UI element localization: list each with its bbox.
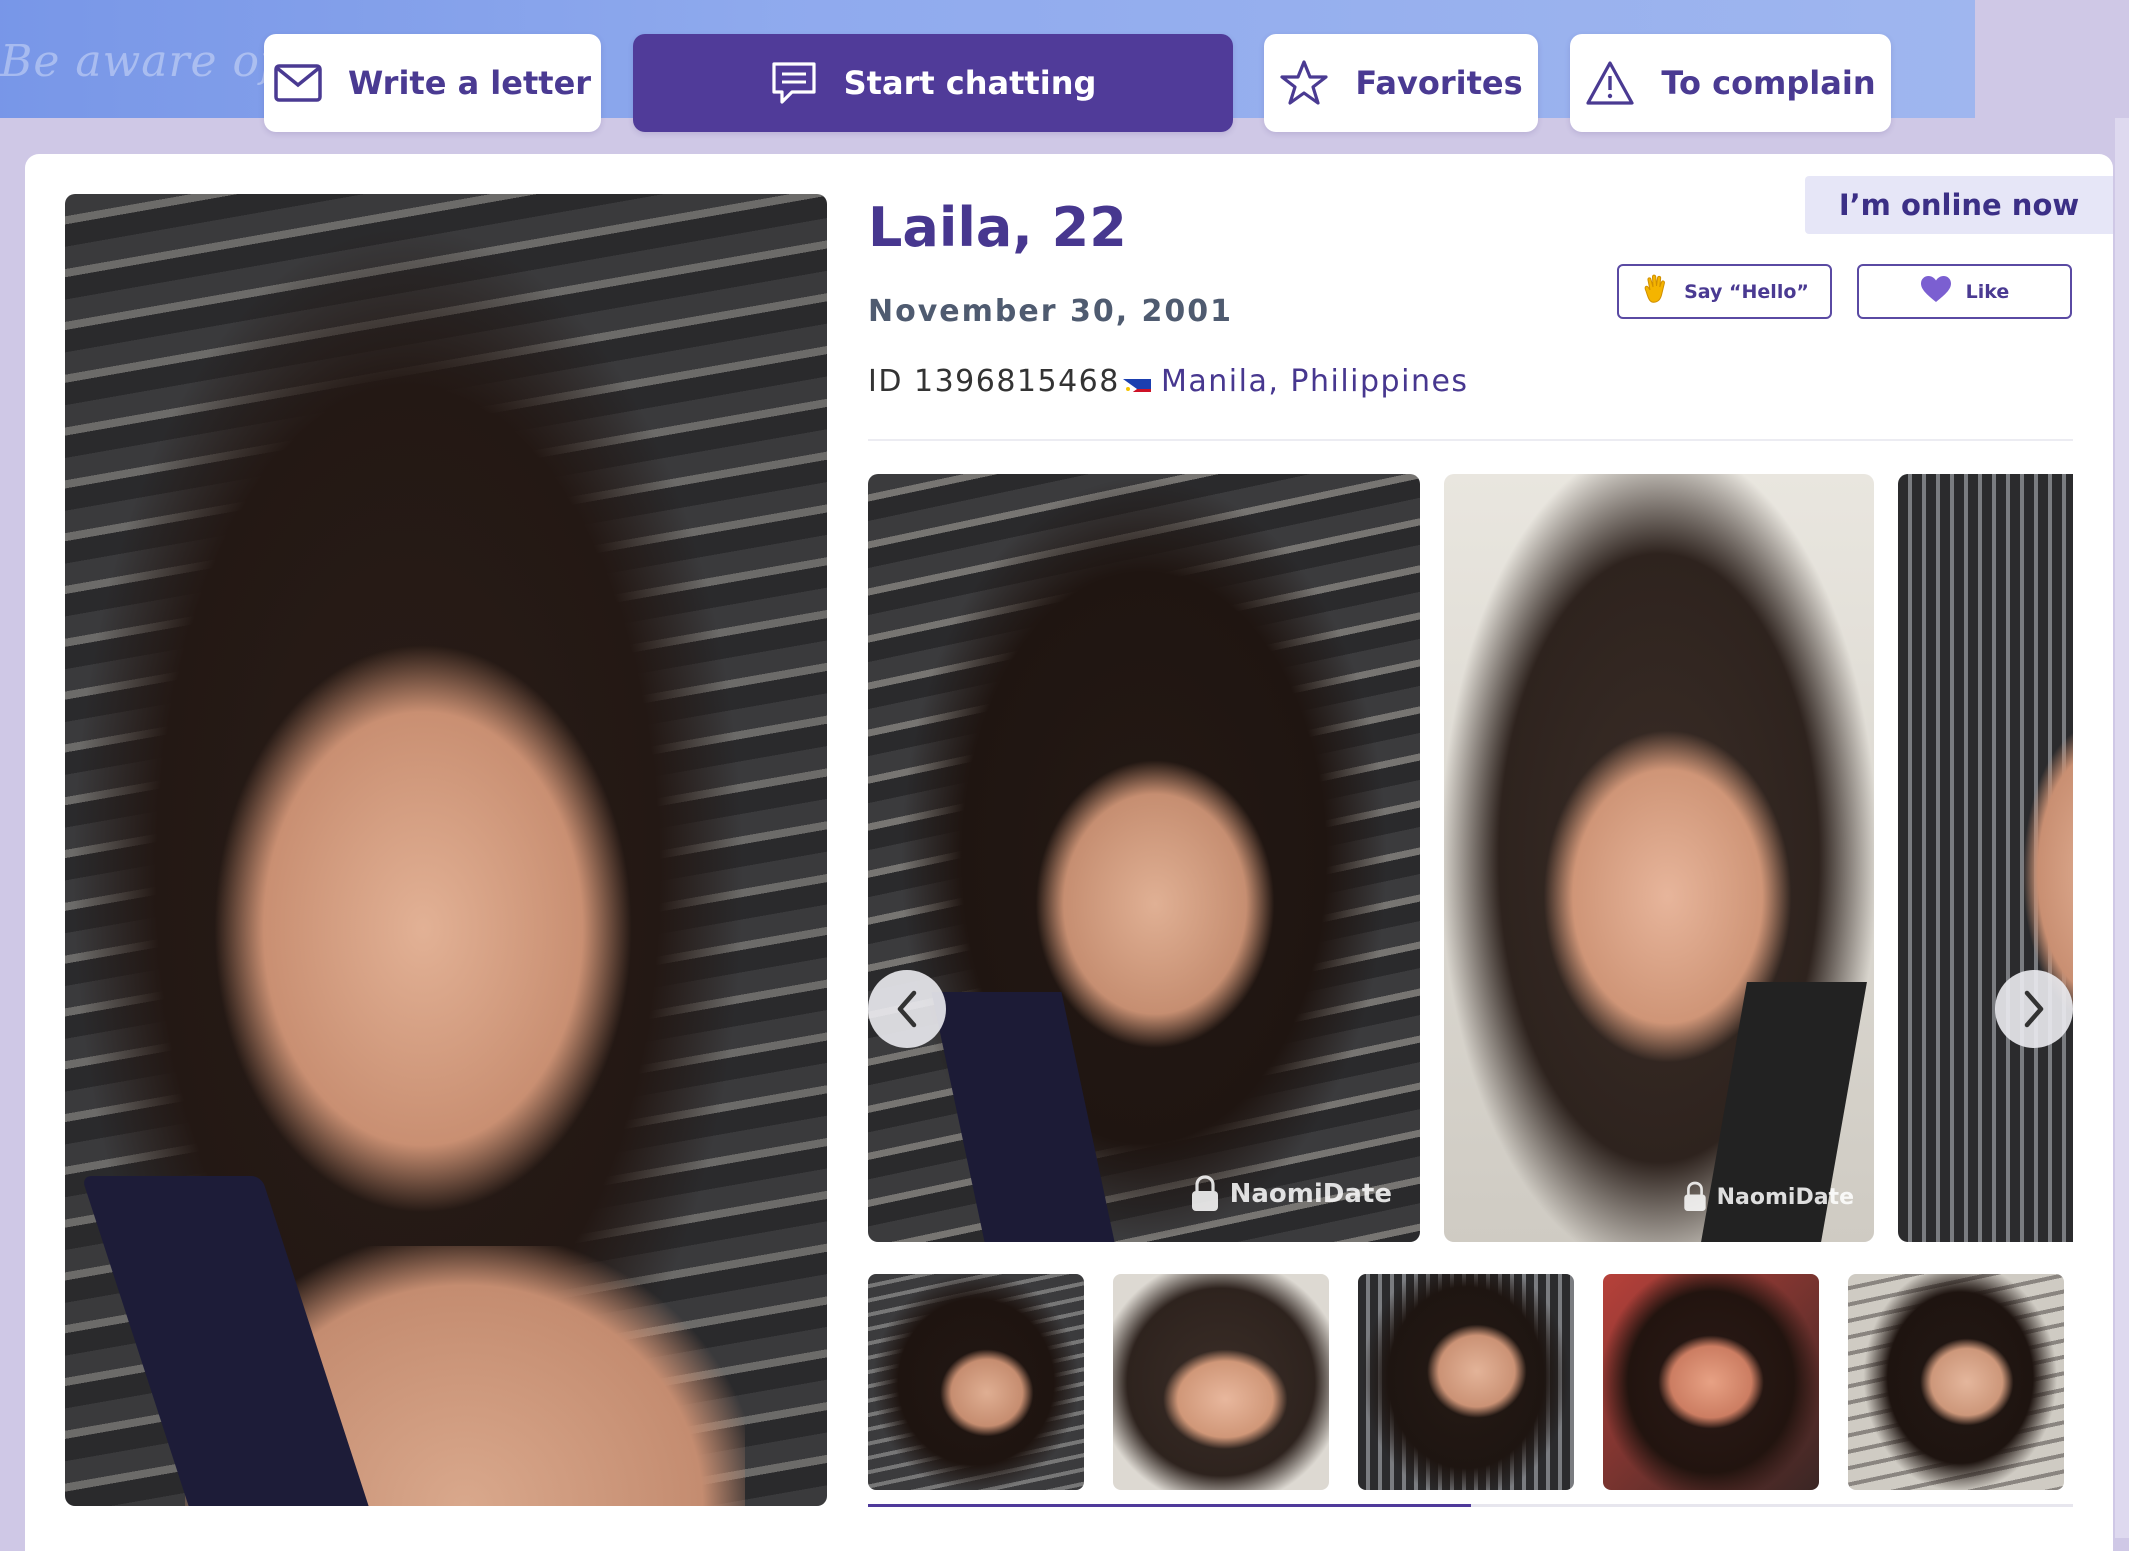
warning-icon <box>1586 61 1634 105</box>
gallery-photo[interactable]: NaomiDate <box>868 474 1420 1242</box>
write-letter-button[interactable]: Write a letter <box>264 34 601 132</box>
complain-button[interactable]: To complain <box>1570 34 1891 132</box>
profile-id: ID 1396815468 <box>868 364 1120 399</box>
favorites-button[interactable]: Favorites <box>1264 34 1538 132</box>
watermark-text: NaomiDate <box>1229 1179 1392 1209</box>
chevron-right-icon <box>2024 990 2044 1028</box>
watermark: NaomiDate <box>1188 1174 1392 1214</box>
divider <box>868 439 2073 441</box>
lock-icon <box>1191 1175 1218 1211</box>
gallery-photo-shirt <box>931 992 1115 1242</box>
photo-gallery: NaomiDate NaomiDate <box>868 474 2073 1242</box>
main-profile-photo[interactable] <box>65 194 827 1506</box>
favorites-label: Favorites <box>1355 64 1523 102</box>
philippines-flag-icon <box>1123 372 1151 392</box>
waving-hand-icon <box>1640 273 1670 310</box>
gallery-photo[interactable]: NaomiDate <box>1444 474 1874 1242</box>
heart-icon <box>1920 275 1952 308</box>
say-hello-button[interactable]: Say “Hello” <box>1617 264 1832 319</box>
profile-birth-date: November 30, 2001 <box>868 294 1234 329</box>
gallery-prev-button[interactable] <box>868 970 946 1048</box>
star-icon <box>1280 60 1328 105</box>
background-strip <box>2115 118 2129 1538</box>
profile-name-age: Laila, 22 <box>868 196 1127 259</box>
write-letter-label: Write a letter <box>347 64 592 102</box>
envelope-icon <box>274 64 322 102</box>
lock-icon <box>1683 1181 1706 1211</box>
like-label: Like <box>1965 280 2010 303</box>
start-chatting-button[interactable]: Start chatting <box>633 34 1233 132</box>
gallery-scroll-progress <box>868 1504 1471 1507</box>
chevron-left-icon <box>897 990 917 1028</box>
online-status-badge: I’m online now <box>1805 176 2113 234</box>
thumbnail[interactable] <box>868 1274 1084 1490</box>
start-chatting-label: Start chatting <box>843 64 1097 102</box>
watermark-text: NaomiDate <box>1716 1184 1854 1210</box>
thumbnail[interactable] <box>1113 1274 1329 1490</box>
profile-location: Manila, Philippines <box>1123 364 1469 399</box>
thumbnail[interactable] <box>1603 1274 1819 1490</box>
thumbnail-strip <box>868 1274 2073 1490</box>
like-button[interactable]: Like <box>1857 264 2072 319</box>
gallery-photo[interactable] <box>1898 474 2073 1242</box>
say-hello-label: Say “Hello” <box>1684 280 1809 303</box>
gallery-scroll-track[interactable] <box>868 1504 2073 1507</box>
profile-location-label: Manila, Philippines <box>1161 364 1469 399</box>
profile-card: Laila, 22 November 30, 2001 ID 139681546… <box>25 154 2113 1551</box>
chat-icon <box>772 62 816 104</box>
complain-label: To complain <box>1661 64 1876 102</box>
gallery-next-button[interactable] <box>1995 970 2073 1048</box>
thumbnail[interactable] <box>1848 1274 2064 1490</box>
watermark: NaomiDate <box>1681 1180 1854 1214</box>
thumbnail[interactable] <box>1358 1274 1574 1490</box>
